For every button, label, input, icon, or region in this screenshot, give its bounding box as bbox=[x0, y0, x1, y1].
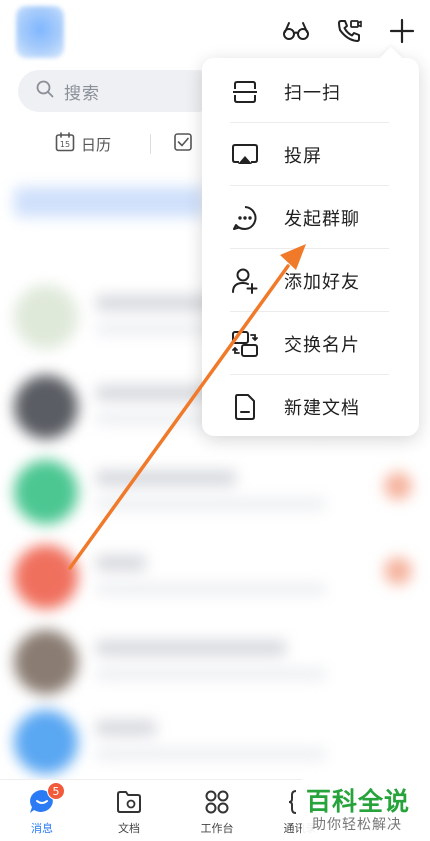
menu-item-exchange-card[interactable]: 交换名片 bbox=[202, 312, 419, 375]
plus-popup-menu: 扫一扫 投屏 发起群聊 添加好友 交换名片 新建文档 bbox=[202, 58, 419, 436]
menu-item-group-chat[interactable]: 发起群聊 bbox=[202, 186, 419, 249]
menu-item-label: 扫一扫 bbox=[284, 82, 341, 104]
calendar-label: 日历 bbox=[81, 135, 112, 154]
nav-label: 消息 bbox=[31, 822, 53, 835]
new-doc-icon bbox=[230, 392, 260, 422]
menu-item-label: 投屏 bbox=[284, 145, 322, 167]
chat-item[interactable] bbox=[14, 630, 430, 700]
nav-item-messages[interactable]: 5 消息 bbox=[12, 782, 72, 838]
user-avatar[interactable] bbox=[16, 6, 64, 58]
svg-text:15: 15 bbox=[60, 140, 70, 149]
menu-item-label: 新建文档 bbox=[284, 397, 360, 419]
calendar-tab[interactable]: 15 日历 bbox=[55, 130, 111, 158]
add-friend-icon bbox=[230, 266, 260, 296]
unread-badge: 5 bbox=[47, 782, 65, 800]
nav-item-workbench[interactable]: 工作台 bbox=[187, 788, 247, 838]
exchange-card-icon bbox=[230, 329, 260, 359]
notice-banner bbox=[14, 187, 204, 217]
nav-label: 文档 bbox=[118, 822, 140, 835]
watermark-subtitle: 助你轻松解决 bbox=[312, 817, 402, 833]
watermark-logo: 百科全说 助你轻松解决 bbox=[302, 776, 430, 841]
checkbox-icon bbox=[173, 132, 193, 156]
chat-item[interactable] bbox=[14, 710, 430, 780]
search-bar[interactable]: 搜索 bbox=[18, 70, 218, 112]
group-chat-icon bbox=[230, 203, 260, 233]
nav-item-docs[interactable]: 文档 bbox=[99, 788, 159, 838]
calendar-icon: 15 bbox=[55, 132, 75, 156]
plus-icon[interactable] bbox=[387, 16, 417, 46]
todo-tab[interactable] bbox=[173, 130, 193, 158]
watermark-title: 百科全说 bbox=[306, 787, 411, 816]
tab-divider bbox=[150, 134, 151, 154]
nav-label: 工作台 bbox=[200, 822, 234, 835]
phone-video-icon[interactable] bbox=[334, 16, 364, 46]
screen-cast-icon bbox=[230, 140, 260, 170]
grid-icon bbox=[202, 788, 232, 816]
chat-item[interactable] bbox=[14, 545, 430, 615]
glasses-icon[interactable] bbox=[281, 16, 311, 46]
menu-item-new-doc[interactable]: 新建文档 bbox=[202, 375, 419, 438]
menu-item-label: 交换名片 bbox=[284, 334, 360, 356]
menu-item-label: 添加好友 bbox=[284, 271, 360, 293]
app-screen: 搜索 15 日历 扫一扫 投屏 发起群聊 添加好友 交换名片 新建文档 5 消息… bbox=[0, 0, 430, 841]
chat-item[interactable] bbox=[14, 460, 430, 530]
menu-item-screencast[interactable]: 投屏 bbox=[202, 123, 419, 186]
menu-item-add-friend[interactable]: 添加好友 bbox=[202, 249, 419, 312]
search-placeholder: 搜索 bbox=[64, 83, 100, 104]
search-icon bbox=[36, 80, 54, 102]
folder-icon bbox=[114, 788, 144, 816]
message-icon: 5 bbox=[27, 782, 65, 816]
menu-item-label: 发起群聊 bbox=[284, 208, 360, 230]
menu-item-scan[interactable]: 扫一扫 bbox=[202, 60, 419, 123]
scan-icon bbox=[230, 77, 260, 107]
